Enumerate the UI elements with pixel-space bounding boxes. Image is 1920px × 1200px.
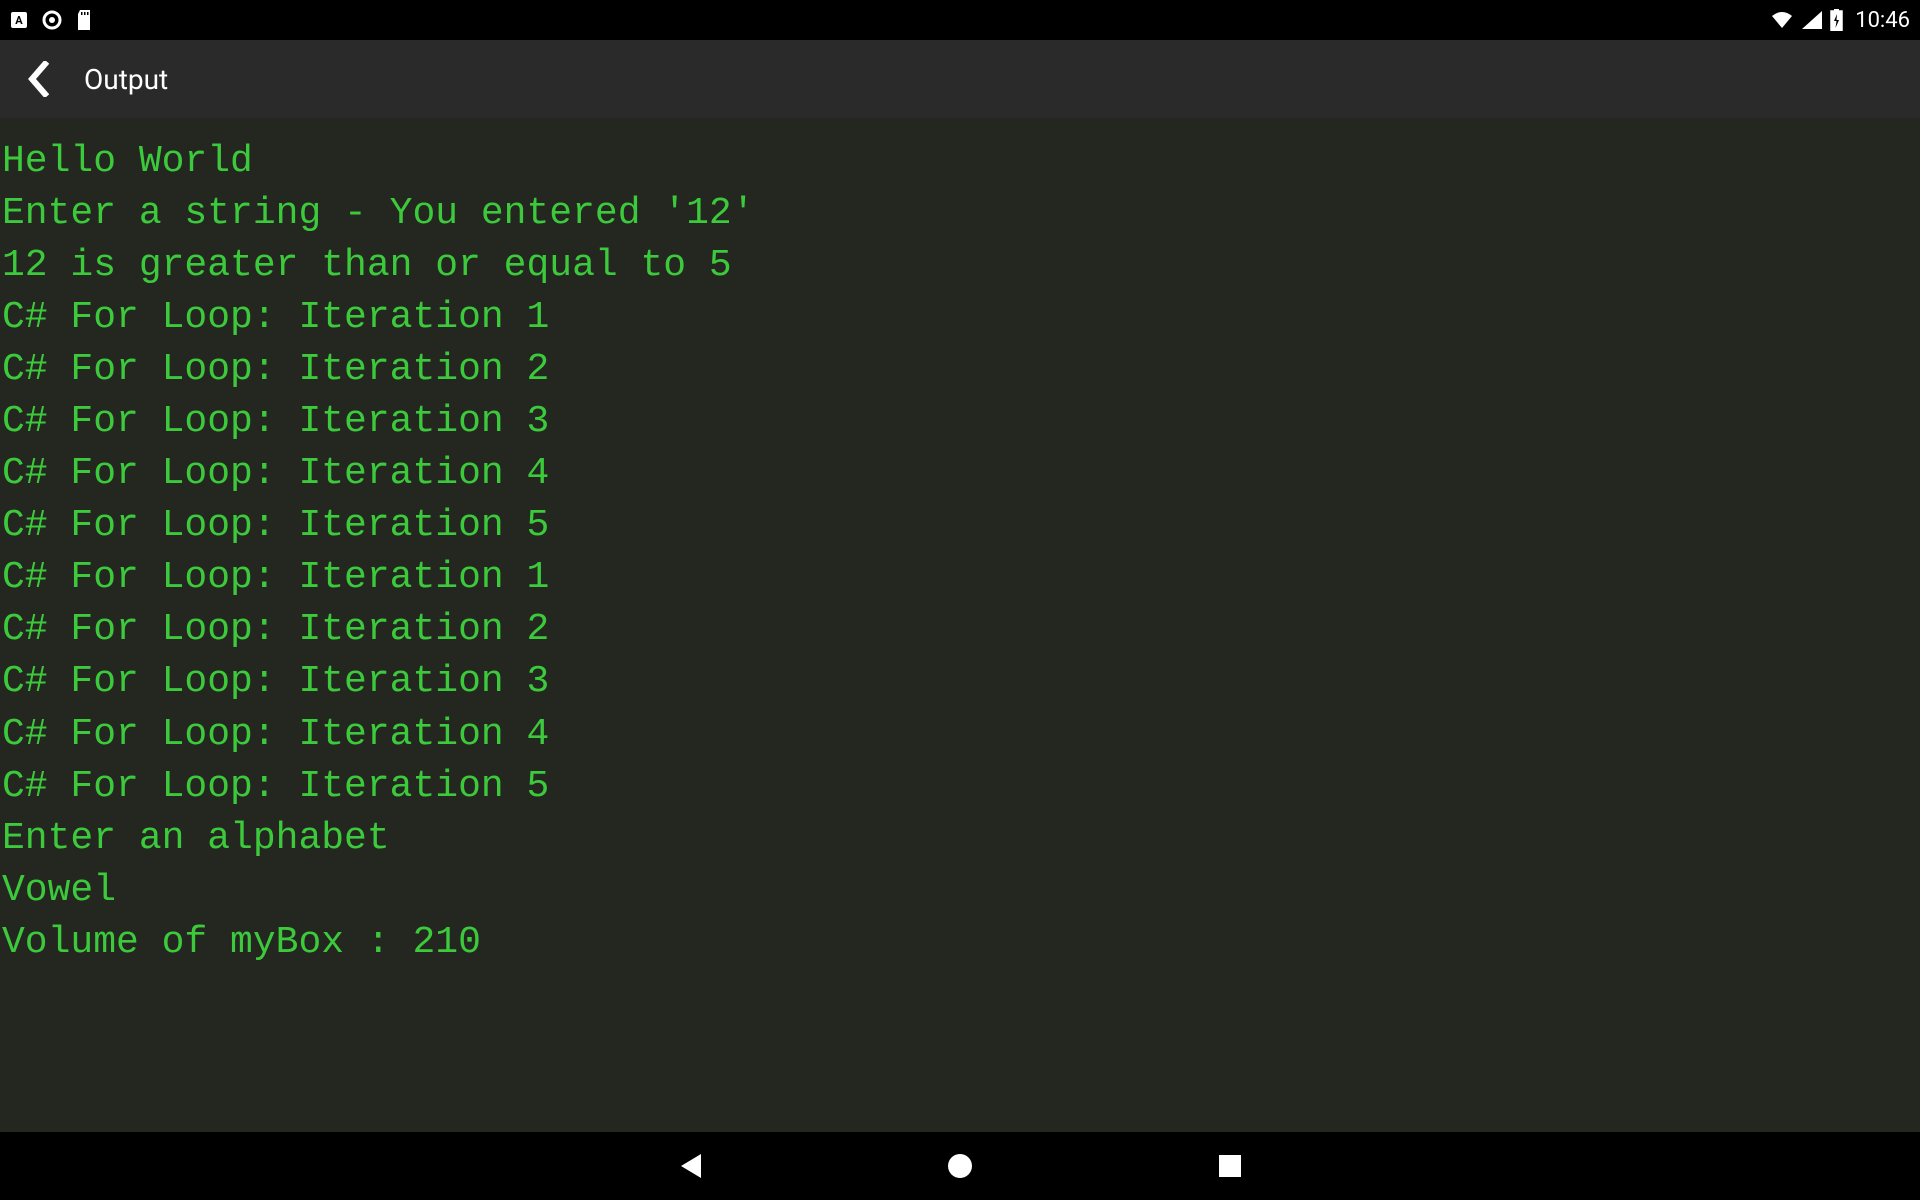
status-bar: A 10:46 — [0, 0, 1920, 40]
battery-charging-icon — [1830, 9, 1843, 31]
triangle-back-icon — [677, 1152, 703, 1180]
output-line: C# For Loop: Iteration 2 — [0, 344, 1920, 396]
output-line: C# For Loop: Iteration 1 — [0, 292, 1920, 344]
output-line: Enter a string - You entered '12' — [0, 188, 1920, 240]
page-title: Output — [84, 63, 168, 96]
sd-card-icon — [76, 10, 92, 30]
app-indicator-icon: A — [10, 11, 28, 29]
output-line: Vowel — [0, 865, 1920, 917]
output-line: Hello World — [0, 136, 1920, 188]
wifi-icon — [1770, 10, 1794, 30]
navigation-bar — [0, 1132, 1920, 1200]
output-line: C# For Loop: Iteration 1 — [0, 552, 1920, 604]
output-line: C# For Loop: Iteration 4 — [0, 709, 1920, 761]
output-line: C# For Loop: Iteration 3 — [0, 656, 1920, 708]
status-clock: 10:46 — [1855, 8, 1910, 33]
circle-icon — [42, 10, 62, 30]
output-line: Enter an alphabet — [0, 813, 1920, 865]
output-line: C# For Loop: Iteration 2 — [0, 604, 1920, 656]
circle-home-icon — [946, 1152, 974, 1180]
chevron-left-icon — [27, 61, 49, 97]
nav-recent-button[interactable] — [1200, 1136, 1260, 1196]
status-left: A — [10, 10, 92, 30]
output-line: C# For Loop: Iteration 3 — [0, 396, 1920, 448]
output-line: 12 is greater than or equal to 5 — [0, 240, 1920, 292]
svg-text:A: A — [15, 14, 23, 27]
back-button[interactable] — [18, 59, 58, 99]
app-bar: Output — [0, 40, 1920, 118]
output-line: C# For Loop: Iteration 5 — [0, 500, 1920, 552]
output-line: C# For Loop: Iteration 4 — [0, 448, 1920, 500]
output-content: Hello World Enter a string - You entered… — [0, 118, 1920, 1132]
output-line: Volume of myBox : 210 — [0, 917, 1920, 969]
nav-home-button[interactable] — [930, 1136, 990, 1196]
output-line: C# For Loop: Iteration 5 — [0, 761, 1920, 813]
nav-back-button[interactable] — [660, 1136, 720, 1196]
status-right: 10:46 — [1770, 8, 1910, 33]
square-recent-icon — [1218, 1154, 1242, 1178]
signal-icon — [1802, 11, 1822, 29]
